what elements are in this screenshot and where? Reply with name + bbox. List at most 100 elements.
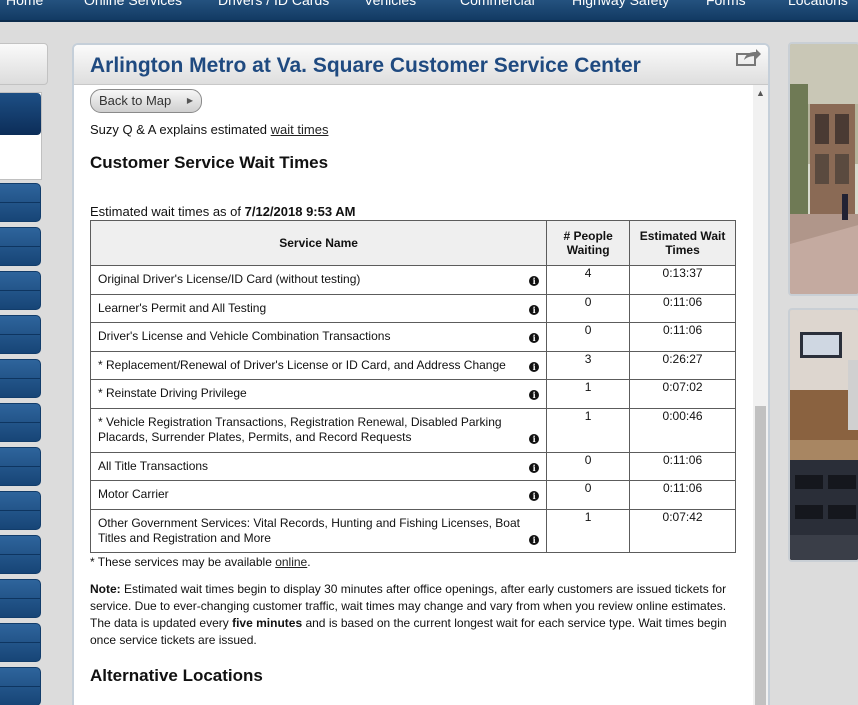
alternative-locations-heading: Alternative Locations: [90, 666, 263, 685]
nav-online-services[interactable]: Online Services: [84, 0, 182, 8]
share-icon[interactable]: [736, 48, 762, 66]
estimated-wait: 0:26:27: [629, 351, 736, 380]
nav-forms[interactable]: Forms: [706, 0, 746, 8]
sidebar-button[interactable]: [0, 271, 41, 310]
scroll-up-arrow[interactable]: ▲: [756, 89, 765, 98]
back-to-map-button[interactable]: Back to Map ▶: [90, 89, 202, 113]
intro-prefix: Suzy Q & A explains estimated: [90, 122, 271, 137]
column-header-service: Service Name: [89, 220, 548, 266]
table-row: Other Government Services: Vital Records…: [89, 509, 736, 553]
sidebar-panel-header[interactable]: [0, 93, 41, 135]
people-waiting: 1: [546, 408, 631, 453]
info-icon[interactable]: i: [529, 362, 540, 372]
interior-photo: [788, 308, 858, 562]
note-paragraph: Note: Estimated wait times begin to disp…: [90, 581, 738, 649]
people-waiting: 0: [546, 322, 631, 352]
back-to-map-label: Back to Map: [99, 93, 172, 108]
info-icon[interactable]: i: [529, 305, 540, 315]
scrollbar-thumb[interactable]: [755, 406, 766, 705]
sidebar-button[interactable]: [0, 579, 41, 618]
sidebar-button[interactable]: [0, 667, 41, 705]
note-emphasis: five minutes: [232, 616, 303, 630]
arrow-right-icon: ▶: [186, 96, 193, 105]
table-row: All Title Transactions i 0 0:11:06: [89, 452, 736, 481]
estimated-wait: 0:00:46: [629, 408, 736, 453]
nav-drivers-id-cards[interactable]: Drivers / ID Cards: [218, 0, 329, 8]
page-title: Arlington Metro at Va. Square Customer S…: [90, 54, 641, 77]
service-name: All Title Transactions: [98, 459, 209, 473]
as-of-timestamp: 7/12/2018 9:53 AM: [244, 204, 356, 219]
online-link[interactable]: online: [275, 555, 307, 569]
sidebar-panel: [0, 92, 42, 180]
people-waiting: 0: [546, 294, 631, 323]
people-waiting: 0: [546, 452, 631, 481]
table-row: Motor Carrier i 0 0:11:06: [89, 480, 736, 510]
sidebar-button[interactable]: [0, 623, 41, 662]
sidebar-button[interactable]: [0, 227, 41, 266]
people-waiting: 1: [546, 379, 631, 409]
as-of-prefix: Estimated wait times as of: [90, 204, 245, 219]
info-icon[interactable]: i: [529, 276, 540, 286]
footnote-prefix: * These services may be available: [90, 555, 276, 569]
footnote-suffix: .: [307, 555, 311, 569]
estimated-wait: 0:13:37: [629, 265, 736, 295]
intro-text: Suzy Q & A explains estimated wait times: [90, 122, 328, 137]
nav-home[interactable]: Home: [6, 0, 43, 8]
panel-header: Arlington Metro at Va. Square Customer S…: [74, 45, 768, 85]
estimated-wait: 0:07:42: [629, 509, 736, 553]
column-header-people: # People Waiting: [546, 220, 631, 266]
info-icon[interactable]: i: [529, 333, 540, 343]
people-waiting: 4: [546, 265, 631, 295]
service-name: Driver's License and Vehicle Combination…: [98, 329, 391, 343]
people-waiting: 1: [546, 509, 631, 553]
sidebar-button[interactable]: [0, 491, 41, 530]
table-row: * Vehicle Registration Transactions, Reg…: [89, 408, 736, 453]
service-name: Learner's Permit and All Testing: [98, 301, 267, 315]
sidebar-button[interactable]: [0, 315, 41, 354]
top-navigation: Home Online Services Drivers / ID Cards …: [0, 0, 858, 22]
footnote: * These services may be available online…: [90, 555, 311, 569]
service-name: * Replacement/Renewal of Driver's Licens…: [98, 358, 506, 372]
info-icon[interactable]: i: [529, 535, 540, 545]
service-name: Original Driver's License/ID Card (witho…: [98, 272, 361, 286]
info-icon[interactable]: i: [529, 491, 540, 501]
people-waiting: 3: [546, 351, 631, 380]
sidebar-button[interactable]: [0, 535, 41, 574]
estimated-wait: 0:11:06: [629, 294, 736, 323]
estimated-wait: 0:11:06: [629, 480, 736, 510]
location-panel: Arlington Metro at Va. Square Customer S…: [72, 43, 770, 705]
info-icon[interactable]: i: [529, 390, 540, 400]
nav-vehicles[interactable]: Vehicles: [364, 0, 416, 8]
nav-highway-safety[interactable]: Highway Safety: [572, 0, 669, 8]
people-waiting: 0: [546, 480, 631, 510]
table-row: Learner's Permit and All Testing i 0 0:11…: [89, 294, 736, 323]
scrollbar[interactable]: ▲: [753, 85, 768, 705]
as-of-line: Estimated wait times as of 7/12/2018 9:5…: [90, 204, 355, 219]
wait-times-table: Service Name # People Waiting Estimated …: [89, 220, 736, 553]
sidebar-button[interactable]: [0, 403, 41, 442]
sidebar-button[interactable]: [0, 359, 41, 398]
table-row: * Reinstate Driving Privilege i 1 0:07:02: [89, 379, 736, 409]
table-row: Original Driver's License/ID Card (witho…: [89, 265, 736, 295]
note-label: Note:: [90, 582, 121, 596]
interior-photo-image: [790, 310, 858, 560]
wait-times-link[interactable]: wait times: [271, 122, 329, 137]
sidebar-button[interactable]: [0, 183, 41, 222]
estimated-wait: 0:07:02: [629, 379, 736, 409]
nav-locations[interactable]: Locations: [788, 0, 848, 8]
wait-times-heading: Customer Service Wait Times: [90, 153, 329, 172]
nav-commercial[interactable]: Commercial: [460, 0, 535, 8]
service-name: Other Government Services: Vital Records…: [98, 516, 520, 545]
info-icon[interactable]: i: [529, 434, 540, 444]
table-row: Driver's License and Vehicle Combination…: [89, 322, 736, 352]
estimated-wait: 0:11:06: [629, 452, 736, 481]
sidebar-header: [0, 43, 48, 85]
info-icon[interactable]: i: [529, 463, 540, 473]
service-name: Motor Carrier: [98, 487, 169, 501]
table-row: * Replacement/Renewal of Driver's Licens…: [89, 351, 736, 380]
service-name: * Reinstate Driving Privilege: [98, 386, 247, 400]
service-name: * Vehicle Registration Transactions, Reg…: [98, 415, 502, 444]
estimated-wait: 0:11:06: [629, 322, 736, 352]
sidebar-button[interactable]: [0, 447, 41, 486]
column-header-wait: Estimated Wait Times: [629, 220, 736, 266]
